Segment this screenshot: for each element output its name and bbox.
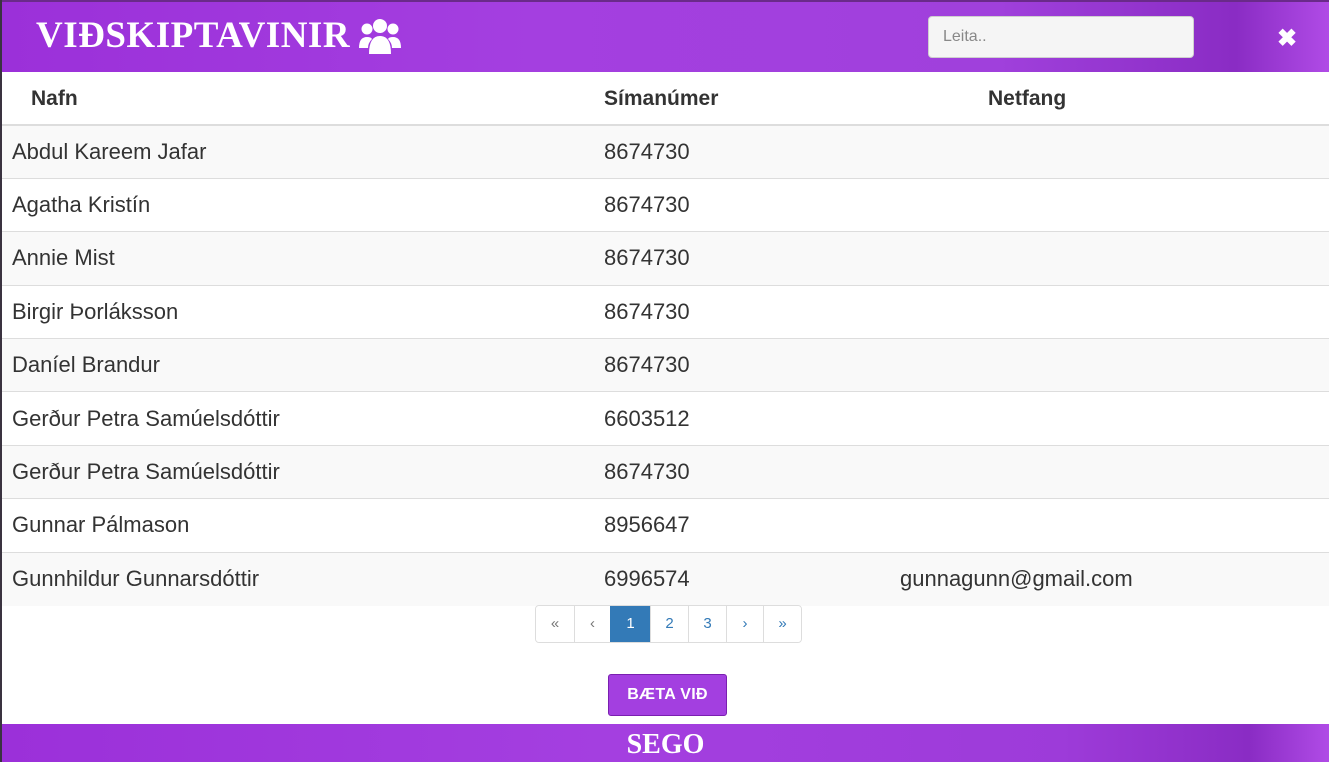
cell-name: Birgir Þorláksson bbox=[2, 284, 604, 339]
cell-phone: 8674730 bbox=[604, 231, 900, 286]
cell-phone: 6996574 bbox=[604, 551, 900, 606]
footer-bar: SEGO bbox=[2, 724, 1329, 762]
pagination-next[interactable]: › bbox=[726, 606, 763, 642]
cell-phone: 8674730 bbox=[604, 338, 900, 392]
cell-email bbox=[900, 177, 1329, 232]
search-input[interactable] bbox=[928, 16, 1194, 58]
cell-email: gunnagunn@gmail.com bbox=[900, 551, 1329, 606]
footer-brand: SEGO bbox=[626, 729, 705, 760]
column-header-name[interactable]: Nafn bbox=[2, 72, 604, 126]
table-row[interactable]: Daníel Brandur 8674730 bbox=[2, 338, 1329, 392]
cell-name: Gerður Petra Samúelsdóttir bbox=[2, 444, 604, 499]
cell-phone: 8674730 bbox=[604, 284, 900, 339]
users-icon bbox=[359, 18, 402, 54]
cell-email bbox=[900, 124, 1329, 179]
pagination: « ‹ 1 2 3 › » bbox=[535, 605, 802, 643]
page-title-text: VIÐSKIPTAVINIR bbox=[36, 15, 351, 56]
cell-phone: 6603512 bbox=[604, 391, 900, 446]
cell-phone: 8674730 bbox=[604, 177, 900, 232]
pagination-page-1[interactable]: 1 bbox=[610, 606, 650, 642]
cell-email bbox=[900, 444, 1329, 499]
cell-email bbox=[900, 391, 1329, 446]
close-icon[interactable]: ✖ bbox=[1274, 26, 1300, 52]
table-row[interactable]: Annie Mist 8674730 bbox=[2, 231, 1329, 286]
cell-email bbox=[900, 284, 1329, 339]
cell-name: Abdul Kareem Jafar bbox=[2, 124, 604, 179]
pagination-last[interactable]: » bbox=[763, 606, 801, 642]
cell-name: Agatha Kristín bbox=[2, 177, 604, 232]
cell-phone: 8674730 bbox=[604, 124, 900, 179]
cell-phone: 8956647 bbox=[604, 498, 900, 553]
pagination-page-2[interactable]: 2 bbox=[650, 606, 688, 642]
table-row[interactable]: Gerður Petra Samúelsdóttir 6603512 bbox=[2, 391, 1329, 446]
cell-name: Gunnar Pálmason bbox=[2, 498, 604, 553]
cell-email bbox=[900, 231, 1329, 286]
header-bar: VIÐSKIPTAVINIR ✖ bbox=[2, 0, 1329, 72]
cell-name: Gunnhildur Gunnarsdóttir bbox=[2, 551, 604, 606]
column-header-email[interactable]: Netfang bbox=[900, 72, 1329, 126]
add-customer-button[interactable]: BÆTA VIÐ bbox=[608, 674, 727, 716]
cell-email bbox=[900, 498, 1329, 553]
pagination-first[interactable]: « bbox=[536, 606, 574, 642]
pagination-prev[interactable]: ‹ bbox=[574, 606, 610, 642]
pagination-page-3[interactable]: 3 bbox=[688, 606, 726, 642]
table-row[interactable]: Agatha Kristín 8674730 bbox=[2, 177, 1329, 232]
table-row[interactable]: Birgir Þorláksson 8674730 bbox=[2, 284, 1329, 339]
table-row[interactable]: Gunnar Pálmason 8956647 bbox=[2, 498, 1329, 553]
cell-name: Gerður Petra Samúelsdóttir bbox=[2, 391, 604, 446]
table-row[interactable]: Gerður Petra Samúelsdóttir 8674730 bbox=[2, 444, 1329, 499]
customers-table: Nafn Símanúmer Netfang Abdul Kareem Jafa… bbox=[2, 72, 1329, 606]
cell-name: Annie Mist bbox=[2, 231, 604, 286]
table-header-row: Nafn Símanúmer Netfang bbox=[2, 72, 1329, 126]
page-title: VIÐSKIPTAVINIR bbox=[36, 14, 402, 57]
column-header-phone[interactable]: Símanúmer bbox=[604, 72, 900, 126]
cell-email bbox=[900, 338, 1329, 392]
table-row[interactable]: Abdul Kareem Jafar 8674730 bbox=[2, 124, 1329, 179]
table-row[interactable]: Gunnhildur Gunnarsdóttir 6996574 gunnagu… bbox=[2, 551, 1329, 606]
cell-name: Daníel Brandur bbox=[2, 338, 604, 392]
cell-phone: 8674730 bbox=[604, 444, 900, 499]
